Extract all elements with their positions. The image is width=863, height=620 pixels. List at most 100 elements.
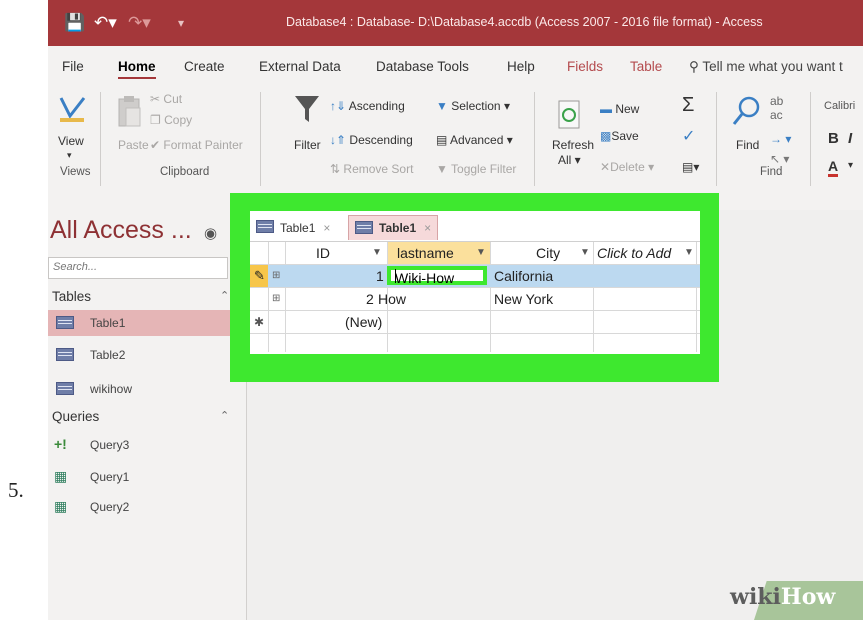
italic-button[interactable]: I bbox=[848, 130, 852, 147]
tab-fields[interactable]: Fields bbox=[567, 59, 603, 74]
new-record-row[interactable]: ✱ (New) bbox=[250, 311, 700, 334]
tab-home[interactable]: Home bbox=[118, 59, 156, 79]
chevron-down-icon[interactable]: ▼ bbox=[684, 242, 694, 264]
save-record-button[interactable]: ▩Save bbox=[600, 129, 639, 143]
format-painter-button[interactable]: ✔ Format Painter bbox=[150, 138, 243, 152]
tell-me-search[interactable]: ⚲ Tell me what you want t bbox=[689, 59, 843, 75]
nav-item-label: Table1 bbox=[90, 316, 126, 330]
search-icon: ⚲ bbox=[689, 59, 699, 74]
redo-icon[interactable]: ↷▾ bbox=[128, 13, 151, 33]
close-icon[interactable]: × bbox=[323, 221, 330, 235]
nav-item-label: Query3 bbox=[90, 438, 130, 452]
cell-city[interactable]: New York bbox=[494, 288, 553, 310]
remove-sort-button[interactable]: ⇅ Remove Sort bbox=[330, 162, 413, 176]
table-icon bbox=[355, 221, 373, 234]
selection-button[interactable]: ▼ Selection ▾ bbox=[436, 99, 510, 113]
text-cursor bbox=[395, 269, 396, 283]
nav-item-table2[interactable]: Table2 bbox=[48, 342, 246, 368]
table-icon bbox=[256, 220, 274, 233]
column-header-id[interactable]: ID bbox=[316, 242, 330, 264]
cell-city[interactable]: California bbox=[494, 265, 553, 287]
collapse-icon[interactable]: ⌃ bbox=[220, 409, 229, 422]
goto-icon[interactable]: → ▾ bbox=[770, 132, 791, 146]
selection-filter-icon: ▼ bbox=[436, 99, 448, 113]
pencil-icon: ✎ bbox=[254, 268, 265, 283]
select-query-icon: ▦ bbox=[54, 468, 68, 484]
undo-icon[interactable]: ↶▾ bbox=[94, 13, 117, 33]
table-row[interactable]: ✎ ⊞ 1 Wiki-How California bbox=[250, 265, 700, 288]
chevron-down-icon: ▾ bbox=[67, 150, 72, 160]
more-records-icon[interactable]: ▤▾ bbox=[682, 160, 699, 174]
copy-button[interactable]: ❐ Copy bbox=[150, 113, 192, 127]
new-record-button[interactable]: ▬ New bbox=[600, 102, 639, 116]
column-header-lastname[interactable]: lastname bbox=[397, 242, 454, 264]
nav-item-table1[interactable]: Table1 bbox=[48, 310, 246, 336]
font-color-button[interactable]: A bbox=[828, 158, 839, 177]
delete-record-button[interactable]: ✕Delete ▾ bbox=[600, 160, 654, 174]
customize-qat-icon[interactable]: ▾ bbox=[178, 13, 184, 33]
nav-search-placeholder: Search... bbox=[53, 261, 98, 273]
nav-item-query3[interactable]: +! Query3 bbox=[48, 432, 246, 458]
tab-database-tools[interactable]: Database Tools bbox=[376, 59, 469, 74]
find-label: Find bbox=[736, 138, 760, 152]
lastname-value: Wiki-How bbox=[395, 270, 455, 286]
selection-label: Selection bbox=[451, 99, 501, 113]
sort-ascending-icon: ↑⇓ bbox=[330, 99, 347, 113]
advanced-button[interactable]: ▤ Advanced ▾ bbox=[436, 133, 513, 147]
chevron-down-icon[interactable]: ▼ bbox=[580, 242, 590, 264]
sort-descending-icon: ↓⇑ bbox=[330, 133, 347, 147]
totals-icon[interactable]: Σ bbox=[682, 94, 694, 117]
nav-search-input[interactable]: Search... bbox=[48, 257, 228, 279]
expand-icon[interactable]: ⊞ bbox=[272, 265, 280, 287]
nav-section-queries[interactable]: Queries bbox=[52, 409, 99, 424]
nav-item-query1[interactable]: ▦ Query1 bbox=[48, 464, 246, 490]
save-icon[interactable]: 💾 bbox=[64, 13, 85, 33]
cell-id[interactable]: 1 bbox=[376, 265, 384, 287]
header-row: ID ▼ lastname ▼ City ▼ Click to Add ▼ bbox=[250, 242, 700, 265]
nav-section-tables[interactable]: Tables bbox=[52, 289, 91, 304]
filter-label: Filter bbox=[294, 138, 321, 152]
chevron-down-icon[interactable]: ▼ bbox=[476, 242, 486, 264]
table-icon bbox=[56, 316, 74, 329]
select-icon[interactable]: ↖ ▾ bbox=[770, 152, 789, 166]
tab-table1-active[interactable]: Table1 × bbox=[348, 215, 439, 240]
format-painter-label: Format Painter bbox=[163, 138, 243, 152]
bold-button[interactable]: B bbox=[828, 130, 839, 147]
close-icon[interactable]: × bbox=[424, 221, 431, 235]
table-row[interactable]: ⊞ 2 How New York bbox=[250, 288, 700, 311]
tab-create[interactable]: Create bbox=[184, 59, 225, 74]
separator bbox=[810, 92, 811, 186]
spelling-icon[interactable]: ✓ bbox=[682, 126, 695, 146]
column-header-city[interactable]: City bbox=[536, 242, 560, 264]
nav-item-wikihow[interactable]: wikihow bbox=[48, 376, 246, 402]
tab-table[interactable]: Table bbox=[630, 59, 662, 74]
chevron-down-icon[interactable]: ▾ bbox=[848, 160, 853, 171]
cut-button[interactable]: ✂ Cut bbox=[150, 92, 182, 106]
expand-icon[interactable]: ⊞ bbox=[272, 288, 280, 310]
nav-item-query2[interactable]: ▦ Query2 bbox=[48, 494, 246, 520]
ascending-label: Ascending bbox=[348, 99, 405, 113]
window-title: Database4 : Database- D:\Database4.accdb… bbox=[286, 15, 763, 29]
tab-external-data[interactable]: External Data bbox=[259, 59, 341, 74]
tab-file[interactable]: File bbox=[62, 59, 84, 74]
copy-icon: ❐ bbox=[150, 113, 161, 127]
copy-label: Copy bbox=[164, 113, 193, 127]
toggle-filter-button[interactable]: ▼ Toggle Filter bbox=[436, 162, 516, 176]
navigation-pane: All Access ... ◉ Search... Tables ⌃ Tabl… bbox=[48, 210, 247, 620]
ascending-button[interactable]: ↑⇓ Ascending bbox=[330, 99, 405, 113]
nav-pane-title[interactable]: All Access ... bbox=[50, 216, 192, 245]
remove-sort-icon: ⇅ bbox=[330, 162, 341, 176]
cell-lastname[interactable]: How bbox=[378, 288, 406, 310]
font-name-select[interactable]: Calibri bbox=[824, 100, 855, 112]
click-to-add-header[interactable]: Click to Add bbox=[597, 242, 671, 264]
nav-menu-icon[interactable]: ◉ bbox=[204, 224, 217, 242]
tab-help[interactable]: Help bbox=[507, 59, 535, 74]
descending-button[interactable]: ↓⇑ Descending bbox=[330, 133, 413, 147]
scissors-icon: ✂ bbox=[150, 92, 161, 106]
save-label: Save bbox=[611, 129, 639, 143]
chevron-down-icon[interactable]: ▼ bbox=[372, 242, 382, 264]
collapse-icon[interactable]: ⌃ bbox=[220, 289, 229, 302]
lastname-edit-field[interactable]: Wiki-How bbox=[387, 266, 487, 286]
replace-icon[interactable]: ab ac bbox=[770, 94, 783, 122]
cell-id[interactable]: 2 bbox=[366, 288, 374, 310]
